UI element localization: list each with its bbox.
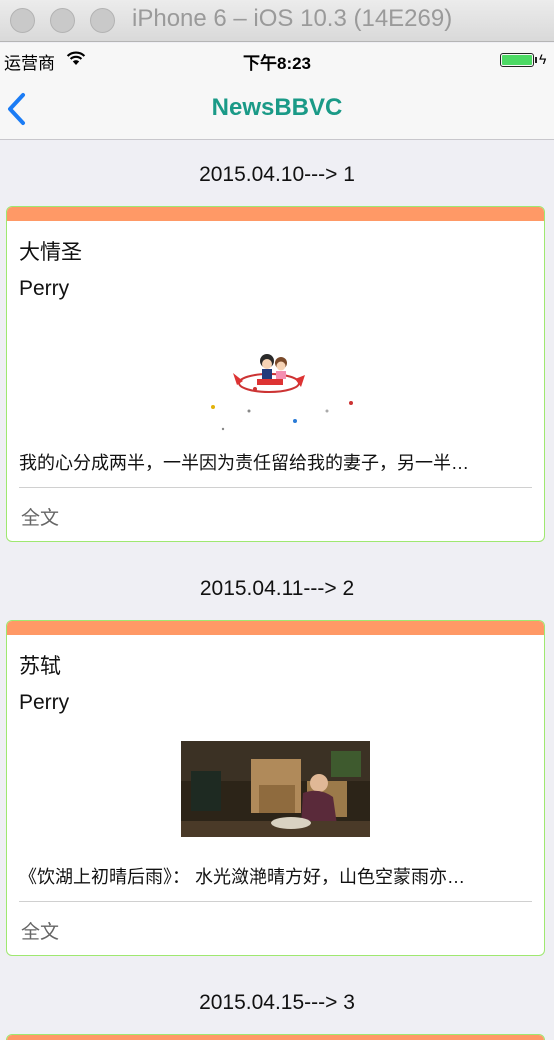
charging-icon: ϟ <box>539 51 547 67</box>
card-title: 大情圣 <box>19 241 82 264</box>
card-author: Perry <box>19 691 70 714</box>
card-header-bar <box>7 207 544 221</box>
news-card[interactable] <box>6 1034 545 1040</box>
battery-tip <box>535 57 537 63</box>
section-date: 2015.04.10---> 1 <box>199 163 355 186</box>
card-divider <box>19 487 532 488</box>
battery-icon <box>500 53 534 67</box>
card-divider <box>19 901 532 902</box>
card-image[interactable] <box>197 345 357 435</box>
status-time: 下午8:23 <box>242 54 312 73</box>
simulator-title-bar: iPhone 6 – iOS 10.3 (14E269) <box>0 0 554 42</box>
read-full-button[interactable]: 全文 <box>21 503 59 530</box>
read-full-button[interactable]: 全文 <box>21 917 59 944</box>
news-card[interactable]: 大情圣 Perry 我的心分成两半，一半因为责任留给我的妻子，另一半… 全文 <box>6 206 545 542</box>
minimize-window-button[interactable] <box>50 8 75 33</box>
nav-title: NewsBBVC <box>211 94 343 121</box>
card-author: Perry <box>19 277 70 300</box>
card-image[interactable] <box>181 741 370 837</box>
navigation-bar: NewsBBVC <box>0 75 554 140</box>
card-title: 苏轼 <box>19 655 61 678</box>
section-date: 2015.04.15---> 3 <box>199 991 355 1014</box>
card-summary: 《饮湖上初晴后雨》： 水光潋滟晴方好，山色空蒙雨亦… <box>19 867 465 887</box>
card-header-bar <box>7 1035 544 1040</box>
status-bar: 运营商 下午8:23 ϟ <box>0 43 554 75</box>
simulator-title: iPhone 6 – iOS 10.3 (14E269) <box>132 5 453 32</box>
zoom-window-button[interactable] <box>90 8 115 33</box>
card-header-bar <box>7 621 544 635</box>
section-date: 2015.04.11---> 2 <box>199 577 355 600</box>
news-card[interactable]: 苏轼 Perry 《饮湖上初晴后雨》： 水光潋滟晴方好，山色空蒙雨亦… 全文 <box>6 620 545 956</box>
close-window-button[interactable] <box>10 8 35 33</box>
card-summary: 我的心分成两半，一半因为责任留给我的妻子，另一半… <box>19 453 469 473</box>
